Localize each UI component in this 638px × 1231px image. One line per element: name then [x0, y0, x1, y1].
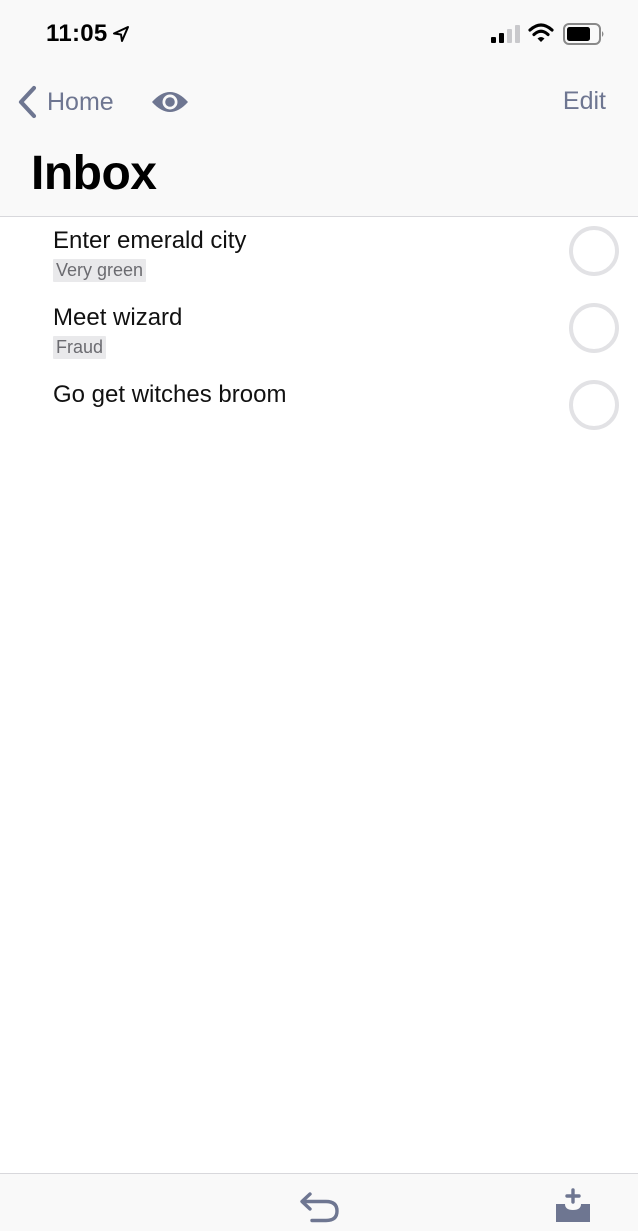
bottom-toolbar [0, 1173, 638, 1231]
task-list: Enter emerald city Very green Meet wizar… [0, 217, 638, 448]
back-button-label: Home [47, 87, 114, 116]
wifi-icon [528, 23, 554, 42]
chevron-left-icon [18, 85, 37, 119]
undo-arrow-icon[interactable] [298, 1190, 342, 1224]
task-row[interactable]: Meet wizard Fraud [0, 294, 638, 371]
status-time: 11:05 [46, 20, 108, 47]
status-bar: 11:05 [0, 0, 638, 70]
back-button[interactable]: Home [16, 84, 114, 120]
task-title: Meet wizard [53, 304, 183, 331]
task-row[interactable]: Enter emerald city Very green [0, 217, 638, 294]
status-time-group: 11:05 [46, 20, 130, 48]
battery-icon [563, 23, 604, 45]
task-row[interactable]: Go get witches broom [0, 371, 638, 448]
location-arrow-icon [112, 26, 129, 42]
complete-checkbox[interactable] [569, 303, 619, 353]
edit-button[interactable]: Edit [563, 87, 606, 116]
task-tag: Fraud [53, 336, 107, 359]
complete-checkbox[interactable] [569, 226, 619, 276]
nav-header: Home Edit Inbox [0, 70, 638, 217]
cellular-signal-icon [491, 25, 520, 43]
page-title: Inbox [31, 147, 157, 200]
task-tag: Very green [53, 259, 147, 282]
inbox-add-icon[interactable] [554, 1188, 592, 1224]
task-title: Go get witches broom [53, 381, 287, 408]
complete-checkbox[interactable] [569, 380, 619, 430]
eye-icon[interactable] [150, 88, 190, 116]
task-title: Enter emerald city [53, 227, 247, 254]
